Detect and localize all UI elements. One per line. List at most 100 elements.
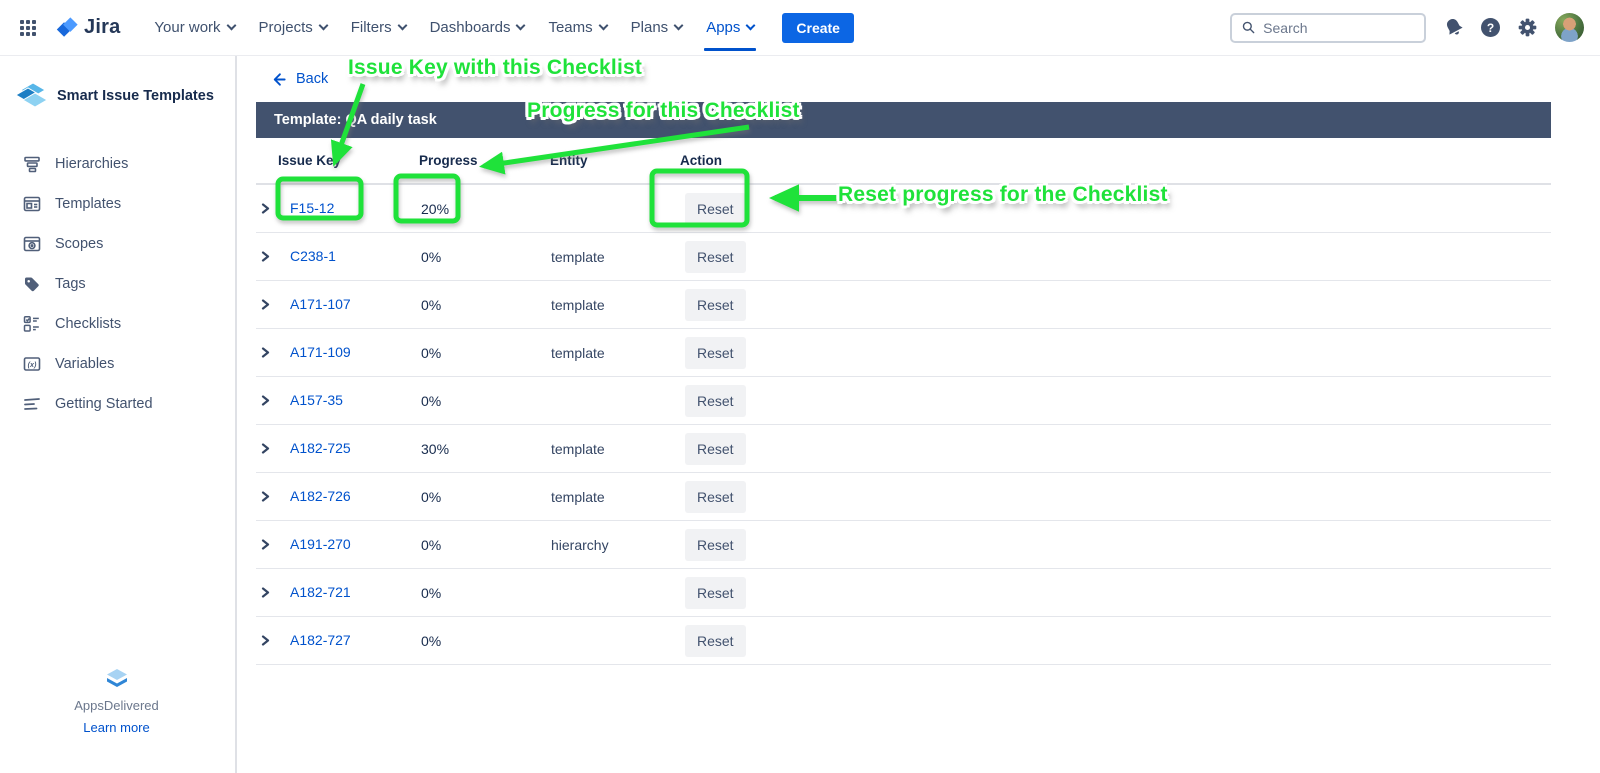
reset-button[interactable]: Reset — [685, 289, 746, 321]
entity-value: template — [533, 297, 663, 313]
expand-row-button[interactable] — [256, 491, 278, 502]
issue-key-link[interactable]: A182-727 — [290, 632, 351, 648]
sidebar-item-label: Checklists — [55, 316, 121, 332]
progress-value: 0% — [402, 345, 533, 361]
sidebar-footer: AppsDelivered Learn more — [0, 667, 233, 735]
nav-projects[interactable]: Projects — [249, 13, 337, 42]
create-button[interactable]: Create — [782, 13, 854, 43]
help-button[interactable] — [1481, 18, 1500, 37]
nav-filters[interactable]: Filters — [341, 13, 416, 42]
chevron-right-icon — [261, 203, 270, 214]
expand-row-button[interactable] — [256, 299, 278, 310]
progress-value: 0% — [402, 537, 533, 553]
issue-key-link[interactable]: A157-35 — [290, 392, 343, 408]
chevron-down-icon — [598, 21, 608, 31]
table-row: A191-270 0% hierarchy Reset — [256, 521, 1551, 569]
chevron-right-icon — [261, 587, 270, 598]
table-header-row: Issue Key Progress Entity Action — [256, 138, 1551, 185]
table-row: A182-727 0% Reset — [256, 617, 1551, 665]
hierarchies-icon — [22, 154, 42, 174]
nav-teams[interactable]: Teams — [538, 13, 616, 42]
reset-button[interactable]: Reset — [685, 385, 746, 417]
table-row: A182-726 0% template Reset — [256, 473, 1551, 521]
appsdelivered-logo — [104, 667, 130, 691]
expand-row-button[interactable] — [256, 395, 278, 406]
progress-value: 0% — [402, 489, 533, 505]
expand-row-button[interactable] — [256, 251, 278, 262]
issue-key-link[interactable]: A171-107 — [290, 296, 351, 312]
gear-icon — [1517, 17, 1538, 38]
sidebar-item-scopes[interactable]: Scopes — [0, 224, 235, 264]
issue-key-link[interactable]: A171-109 — [290, 344, 351, 360]
expand-row-button[interactable] — [256, 539, 278, 550]
app-switcher-button[interactable] — [14, 14, 42, 42]
issue-key-link[interactable]: A182-725 — [290, 440, 351, 456]
nav-dashboards[interactable]: Dashboards — [420, 13, 535, 42]
sidebar-item-label: Hierarchies — [55, 156, 128, 172]
search-input[interactable] — [1263, 20, 1414, 36]
progress-value: 0% — [402, 249, 533, 265]
learn-more-link[interactable]: Learn more — [83, 720, 149, 735]
sidebar-nav: Hierarchies Templates Scopes Tags — [0, 144, 235, 424]
scopes-icon — [22, 234, 42, 254]
sidebar-item-label: Getting Started — [55, 396, 153, 412]
sidebar-app-title: Smart Issue Templates — [57, 88, 214, 104]
reset-button[interactable]: Reset — [685, 529, 746, 561]
entity-value: template — [533, 441, 663, 457]
sidebar-item-getting-started[interactable]: Getting Started — [0, 384, 235, 424]
reset-button[interactable]: Reset — [685, 241, 746, 273]
expand-row-button[interactable] — [256, 635, 278, 646]
reset-button[interactable]: Reset — [685, 337, 746, 369]
jira-logo[interactable]: Jira — [54, 15, 120, 41]
issue-key-link[interactable]: A182-721 — [290, 584, 351, 600]
table-row: C238-1 0% template Reset — [256, 233, 1551, 281]
chevron-right-icon — [261, 491, 270, 502]
reset-button[interactable]: Reset — [685, 625, 746, 657]
chevron-right-icon — [261, 251, 270, 262]
main-content: Back Template: QA daily task Issue Key P… — [239, 56, 1600, 773]
reset-button[interactable]: Reset — [685, 481, 746, 513]
reset-button[interactable]: Reset — [685, 577, 746, 609]
notifications-button[interactable] — [1443, 17, 1464, 38]
reset-button[interactable]: Reset — [685, 193, 746, 225]
chevron-right-icon — [261, 635, 270, 646]
column-header-action: Action — [663, 153, 1551, 168]
table-row: A182-725 30% template Reset — [256, 425, 1551, 473]
sidebar-item-tags[interactable]: Tags — [0, 264, 235, 304]
nav-plans[interactable]: Plans — [621, 13, 693, 42]
chevron-down-icon — [516, 21, 526, 31]
chevron-right-icon — [261, 299, 270, 310]
entity-value: template — [533, 489, 663, 505]
sidebar-item-checklists[interactable]: Checklists — [0, 304, 235, 344]
svg-text:(x): (x) — [28, 360, 37, 369]
user-avatar[interactable] — [1555, 13, 1584, 42]
topbar-right-section — [1230, 13, 1584, 43]
sidebar-item-templates[interactable]: Templates — [0, 184, 235, 224]
issue-key-link[interactable]: C238-1 — [290, 248, 336, 264]
nav-your-work[interactable]: Your work — [144, 13, 244, 42]
nav-apps[interactable]: Apps — [696, 13, 764, 42]
sidebar-item-hierarchies[interactable]: Hierarchies — [0, 144, 235, 184]
expand-row-button[interactable] — [256, 587, 278, 598]
issue-key-link[interactable]: A182-726 — [290, 488, 351, 504]
settings-button[interactable] — [1517, 17, 1538, 38]
top-navigation-bar: Jira Your work Projects Filters Dashboar… — [0, 0, 1600, 56]
sidebar-item-variables[interactable]: (x) Variables — [0, 344, 235, 384]
entity-value: template — [533, 249, 663, 265]
back-link[interactable]: Back — [270, 71, 328, 88]
table-row: A171-109 0% template Reset — [256, 329, 1551, 377]
expand-row-button[interactable] — [256, 347, 278, 358]
expand-row-button[interactable] — [256, 443, 278, 454]
issue-key-link[interactable]: F15-12 — [290, 200, 334, 216]
jira-logo-icon — [54, 15, 80, 41]
reset-button[interactable]: Reset — [685, 433, 746, 465]
search-box[interactable] — [1230, 13, 1426, 43]
progress-value: 20% — [402, 201, 533, 217]
progress-value: 0% — [402, 297, 533, 313]
issue-key-link[interactable]: A191-270 — [290, 536, 351, 552]
chevron-right-icon — [261, 395, 270, 406]
bell-icon — [1443, 17, 1464, 38]
chevron-down-icon — [318, 21, 328, 31]
expand-row-button[interactable] — [256, 203, 278, 214]
main-navigation: Your work Projects Filters Dashboards Te… — [144, 13, 764, 42]
